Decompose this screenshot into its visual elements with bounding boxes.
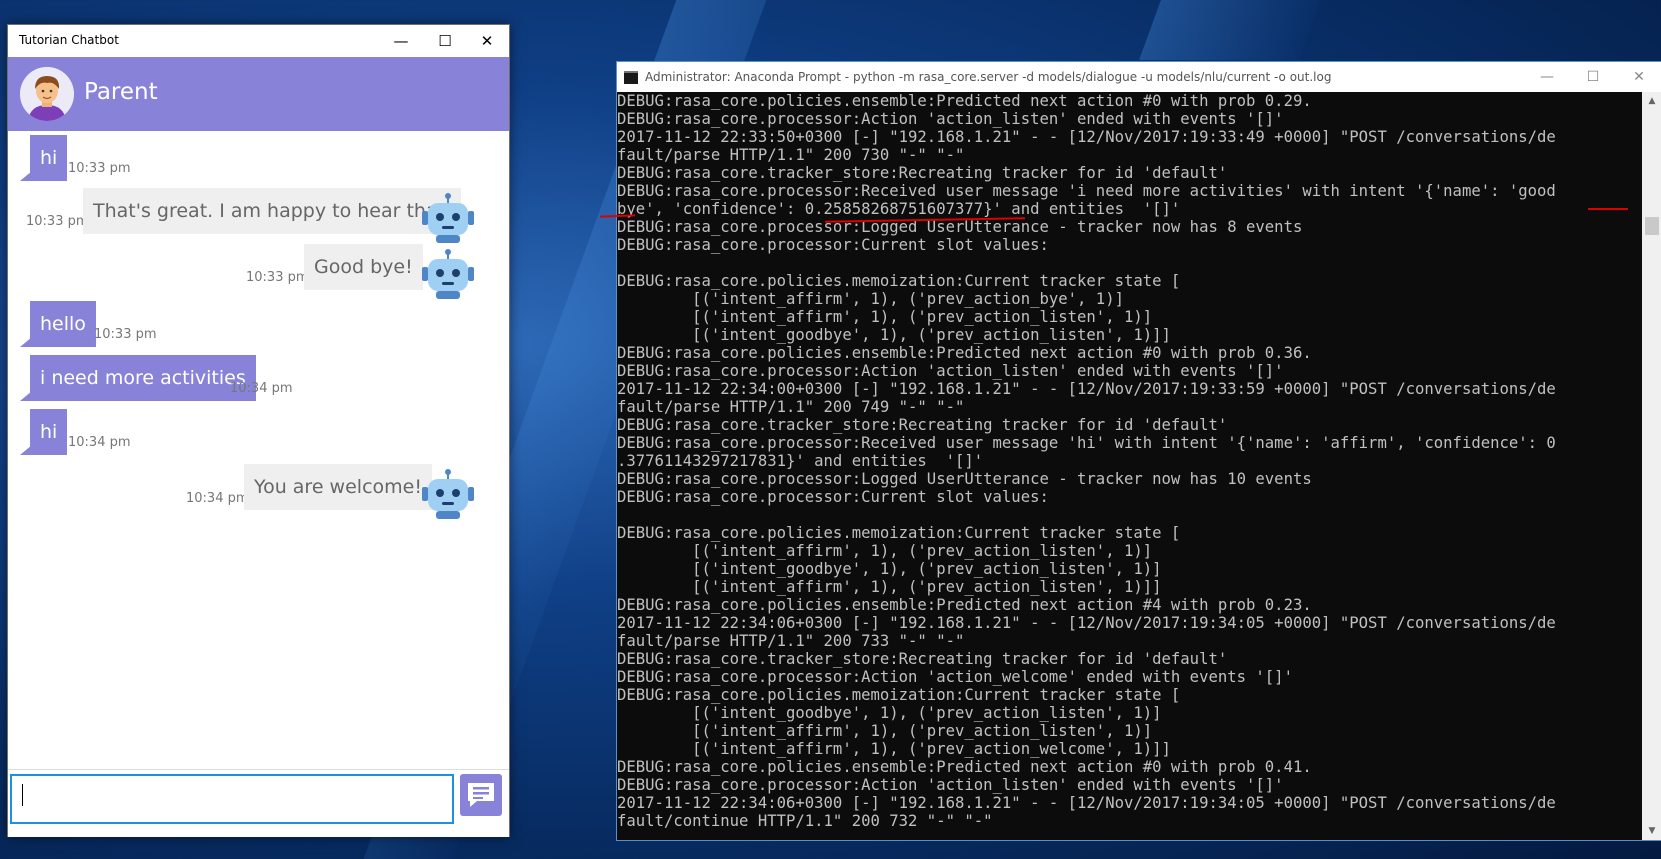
send-button[interactable] (460, 774, 502, 816)
message-time: 10:34 pm (186, 491, 249, 506)
message-list: hi 10:33 pm 10:33 pm That's great. I am … (8, 131, 509, 801)
minimize-icon[interactable]: — (1524, 62, 1570, 92)
text-caret (22, 784, 23, 806)
console-titlebar[interactable]: Administrator: Anaconda Prompt - python … (617, 62, 1661, 92)
console-window: Administrator: Anaconda Prompt - python … (616, 61, 1661, 841)
composer (8, 769, 509, 837)
bot-message: You are welcome! (244, 464, 432, 510)
window-title: Tutorian Chatbot (19, 33, 119, 47)
scrollbar[interactable]: ▲ ▼ (1642, 92, 1661, 840)
bot-avatar-icon (422, 249, 474, 299)
console-icon (624, 71, 638, 84)
user-message: hello (30, 301, 96, 347)
console-line: DEBUG:rasa_core.policies.memoization:Cur… (617, 524, 1181, 542)
console-line: [('intent_affirm', 1), ('prev_action_lis… (617, 308, 1153, 326)
user-message: i need more activities (30, 355, 256, 401)
console-line: [('intent_affirm', 1), ('prev_action_wel… (617, 740, 1171, 758)
console-line: DEBUG:rasa_core.policies.ensemble:Predic… (617, 596, 1312, 614)
maximize-icon[interactable]: ☐ (1570, 62, 1616, 92)
maximize-icon[interactable]: ☐ (422, 25, 468, 57)
user-message: hi (30, 409, 68, 455)
message-input[interactable] (10, 774, 454, 824)
scroll-down-icon[interactable]: ▼ (1642, 822, 1661, 840)
console-line: DEBUG:rasa_core.policies.memoization:Cur… (617, 686, 1181, 704)
console-line: DEBUG:rasa_core.processor:Action 'action… (617, 110, 1284, 128)
message-time: 10:33 pm (246, 270, 309, 285)
message-time: 10:33 pm (68, 161, 131, 176)
bubble-tail (408, 224, 420, 234)
bot-message: That's great. I am happy to hear that. (83, 188, 462, 234)
console-line: bye', 'confidence': 0.25858268751607377}… (617, 200, 1181, 218)
console-line: DEBUG:rasa_core.processor:Action 'action… (617, 362, 1284, 380)
console-line: DEBUG:rasa_core.policies.memoization:Cur… (617, 272, 1181, 290)
console-line: DEBUG:rasa_core.processor:Action 'action… (617, 776, 1284, 794)
message-time: 10:33 pm (26, 214, 89, 229)
message-time: 10:33 pm (94, 327, 157, 342)
console-line: fault/continue HTTP/1.1" 200 732 "-" "-" (617, 812, 993, 830)
console-line: 2017-11-12 22:34:06+0300 [-] "192.168.1.… (617, 614, 1556, 632)
console-line: DEBUG:rasa_core.policies.ensemble:Predic… (617, 344, 1312, 362)
console-line: [('intent_goodbye', 1), ('prev_action_li… (617, 704, 1162, 722)
console-line: DEBUG:rasa_core.policies.ensemble:Predic… (617, 758, 1312, 776)
console-line: DEBUG:rasa_core.tracker_store:Recreating… (617, 650, 1228, 668)
console-output[interactable]: DEBUG:rasa_core.policies.ensemble:Predic… (617, 92, 1642, 840)
console-line: 2017-11-12 22:33:50+0300 [-] "192.168.1.… (617, 128, 1556, 146)
highlight-underline (1588, 208, 1628, 210)
avatar (20, 67, 74, 121)
console-line: [('intent_affirm', 1), ('prev_action_bye… (617, 290, 1124, 308)
contact-name: Parent (84, 79, 158, 105)
console-line: DEBUG:rasa_core.tracker_store:Recreating… (617, 416, 1228, 434)
console-title: Administrator: Anaconda Prompt - python … (645, 70, 1332, 84)
chat-header: Parent (8, 57, 509, 131)
wallpaper-beam (1139, 0, 1321, 60)
scroll-up-icon[interactable]: ▲ (1642, 92, 1661, 110)
console-line: DEBUG:rasa_core.processor:Received user … (617, 182, 1556, 200)
console-line: [('intent_affirm', 1), ('prev_action_lis… (617, 722, 1153, 740)
message-time: 10:34 pm (230, 381, 293, 396)
bubble-tail (408, 500, 420, 510)
console-line: DEBUG:rasa_core.processor:Logged UserUtt… (617, 218, 1303, 236)
console-line: DEBUG:rasa_core.tracker_store:Recreating… (617, 164, 1228, 182)
console-line: [('intent_affirm', 1), ('prev_action_lis… (617, 542, 1153, 560)
console-line: fault/parse HTTP/1.1" 200 733 "-" "-" (617, 632, 965, 650)
console-line: fault/parse HTTP/1.1" 200 749 "-" "-" (617, 398, 965, 416)
bot-avatar-icon (422, 193, 474, 243)
console-line: .37761143297217831}' and entities '[]' (617, 452, 984, 470)
console-line: [('intent_affirm', 1), ('prev_action_lis… (617, 578, 1162, 596)
console-line: DEBUG:rasa_core.processor:Received user … (617, 434, 1556, 452)
bubble-tail (408, 280, 420, 290)
user-message: hi (30, 135, 68, 181)
console-line: DEBUG:rasa_core.processor:Action 'action… (617, 668, 1293, 686)
minimize-icon[interactable]: — (378, 25, 424, 57)
console-line: DEBUG:rasa_core.processor:Current slot v… (617, 488, 1049, 506)
bot-message: Good bye! (304, 244, 423, 290)
console-line: DEBUG:rasa_core.processor:Logged UserUtt… (617, 470, 1312, 488)
bot-avatar-icon (422, 469, 474, 519)
close-icon[interactable]: ✕ (464, 25, 510, 57)
console-line: [('intent_goodbye', 1), ('prev_action_li… (617, 560, 1162, 578)
console-line: DEBUG:rasa_core.processor:Current slot v… (617, 236, 1049, 254)
chatbot-window: Tutorian Chatbot — ☐ ✕ Parent hi 10:33 p… (7, 24, 510, 837)
console-line: 2017-11-12 22:34:06+0300 [-] "192.168.1.… (617, 794, 1556, 812)
console-line: DEBUG:rasa_core.policies.ensemble:Predic… (617, 92, 1312, 110)
console-line: [('intent_goodbye', 1), ('prev_action_li… (617, 326, 1171, 344)
console-line: 2017-11-12 22:34:00+0300 [-] "192.168.1.… (617, 380, 1556, 398)
close-icon[interactable]: ✕ (1616, 62, 1661, 92)
chatbot-titlebar[interactable]: Tutorian Chatbot — ☐ ✕ (8, 25, 509, 57)
message-time: 10:34 pm (68, 435, 131, 450)
console-line: fault/parse HTTP/1.1" 200 730 "-" "-" (617, 146, 965, 164)
scroll-thumb[interactable] (1645, 217, 1659, 235)
send-message-icon (468, 783, 494, 807)
